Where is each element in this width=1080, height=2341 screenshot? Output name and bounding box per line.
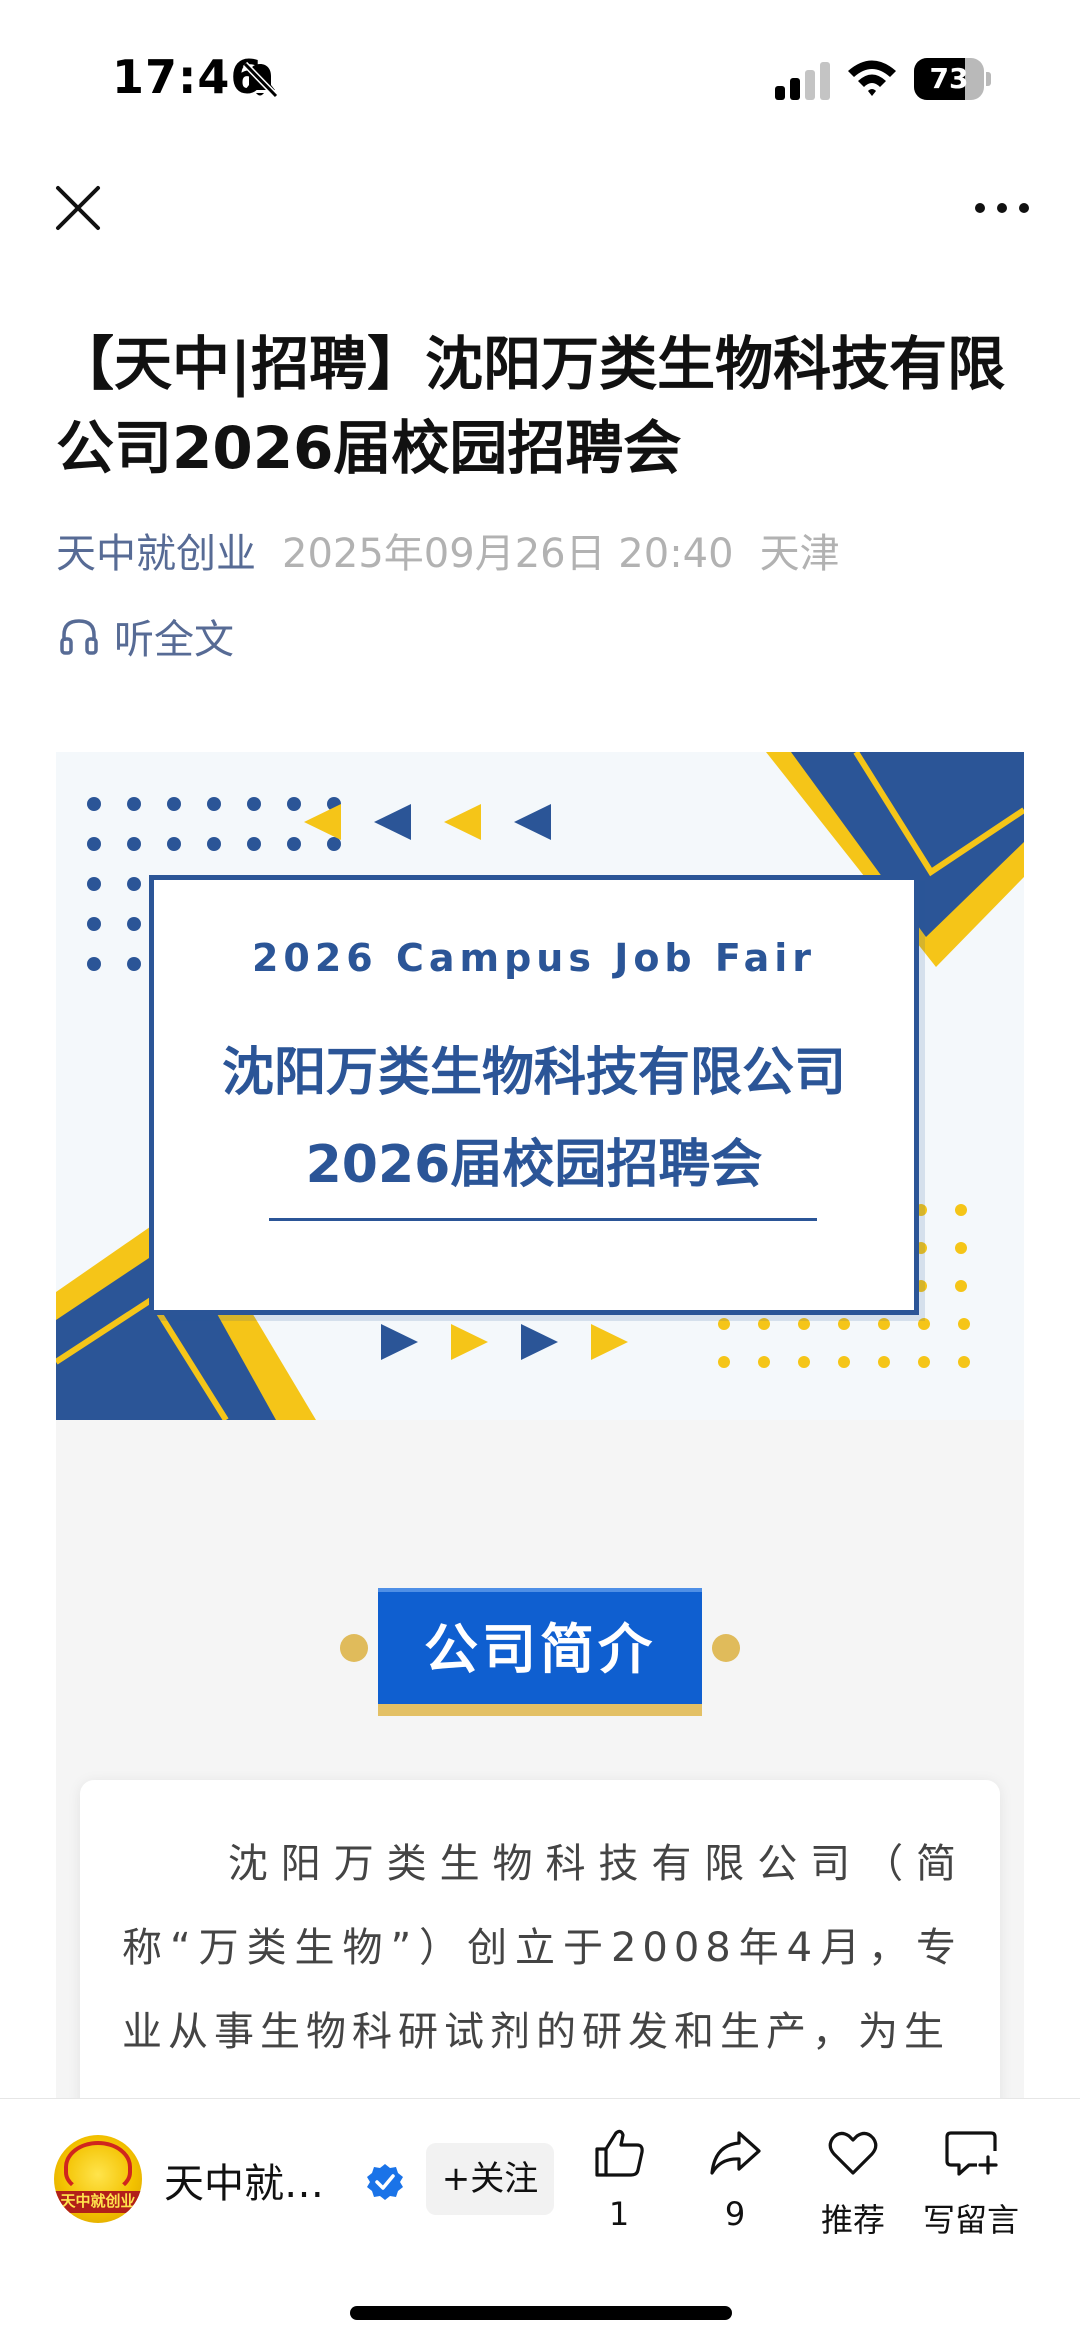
follow-button[interactable]: +关注 bbox=[426, 2143, 554, 2215]
banner-card: 2026 Campus Job Fair 沈阳万类生物科技有限公司 2026届校… bbox=[149, 875, 919, 1315]
listen-full-text-button[interactable]: 听全文 bbox=[58, 608, 234, 664]
verified-badge-icon bbox=[367, 2164, 403, 2200]
battery-body: 73 bbox=[914, 58, 984, 100]
section-dot-left bbox=[340, 1634, 368, 1662]
battery-tip bbox=[986, 72, 991, 86]
close-icon[interactable] bbox=[50, 180, 106, 236]
article-meta: 天中就创业 2025年09月26日 20:40 天津 bbox=[56, 526, 840, 582]
comment-plus-icon bbox=[945, 2131, 998, 2176]
bell-slash-icon bbox=[242, 61, 279, 99]
section-title: 公司简介 bbox=[378, 1588, 702, 1704]
recommend-button[interactable]: 推荐 bbox=[798, 2125, 908, 2255]
avatar-logo-text: 天中就创业 bbox=[60, 2192, 136, 2210]
headphones-icon bbox=[60, 619, 98, 655]
article-title: 【天中|招聘】沈阳万类生物科技有限公司2026届校园招聘会 bbox=[56, 330, 1006, 482]
share-arrow-icon bbox=[710, 2131, 761, 2175]
share-count: 9 bbox=[724, 2195, 746, 2233]
avatar-ring bbox=[64, 2141, 132, 2193]
account-name[interactable]: 天中就创业 bbox=[164, 2151, 346, 2209]
signal-icon bbox=[775, 62, 830, 100]
article-author-link[interactable]: 天中就创业 bbox=[56, 531, 256, 577]
intro-paragraph: 沈阳万类生物科技有限公司（简称“万类生物”）创立于2008年4月，专业从事生物科… bbox=[122, 1841, 962, 2055]
battery-icon: 73 bbox=[914, 58, 991, 100]
wifi-icon bbox=[848, 60, 896, 96]
article-date: 2025年09月26日 20:40 bbox=[282, 531, 734, 577]
like-count: 1 bbox=[608, 2195, 630, 2233]
share-button[interactable]: 9 bbox=[680, 2125, 790, 2255]
status-bar: 17:46 73 bbox=[0, 0, 1080, 150]
battery-percent: 73 bbox=[929, 62, 969, 95]
heart-icon bbox=[828, 2131, 878, 2175]
banner-company-name: 沈阳万类生物科技有限公司 bbox=[221, 1043, 846, 1103]
write-comment-label: 写留言 bbox=[922, 2201, 1019, 2239]
company-intro-section: 公司简介 沈阳万类生物科技有限公司（简称“万类生物”）创立于2008年4月，专业… bbox=[56, 1420, 1024, 2180]
article-location: 天津 bbox=[759, 531, 840, 577]
banner-event-name: 2026届校园招聘会 bbox=[305, 1135, 763, 1195]
like-button[interactable]: 1 bbox=[564, 2125, 674, 2255]
banner-english-title: 2026 Campus Job Fair bbox=[251, 936, 817, 980]
section-title-box: 公司简介 bbox=[378, 1588, 702, 1716]
listen-label: 听全文 bbox=[114, 617, 234, 663]
home-indicator[interactable] bbox=[350, 2306, 732, 2320]
section-dot-right bbox=[712, 1634, 740, 1662]
bottom-action-bar: 天中就创业 天中就创业 +关注 1 9 推荐 写留言 bbox=[0, 2098, 1080, 2341]
more-dots-icon[interactable] bbox=[970, 190, 1034, 226]
write-comment-button[interactable]: 写留言 bbox=[916, 2125, 1026, 2255]
thumbs-up-icon bbox=[595, 2129, 644, 2177]
recommend-label: 推荐 bbox=[820, 2201, 885, 2239]
banner-underline bbox=[269, 1218, 817, 1221]
banner-image: 2026 Campus Job Fair 沈阳万类生物科技有限公司 2026届校… bbox=[56, 752, 1024, 1420]
account-avatar[interactable]: 天中就创业 bbox=[54, 2135, 142, 2223]
